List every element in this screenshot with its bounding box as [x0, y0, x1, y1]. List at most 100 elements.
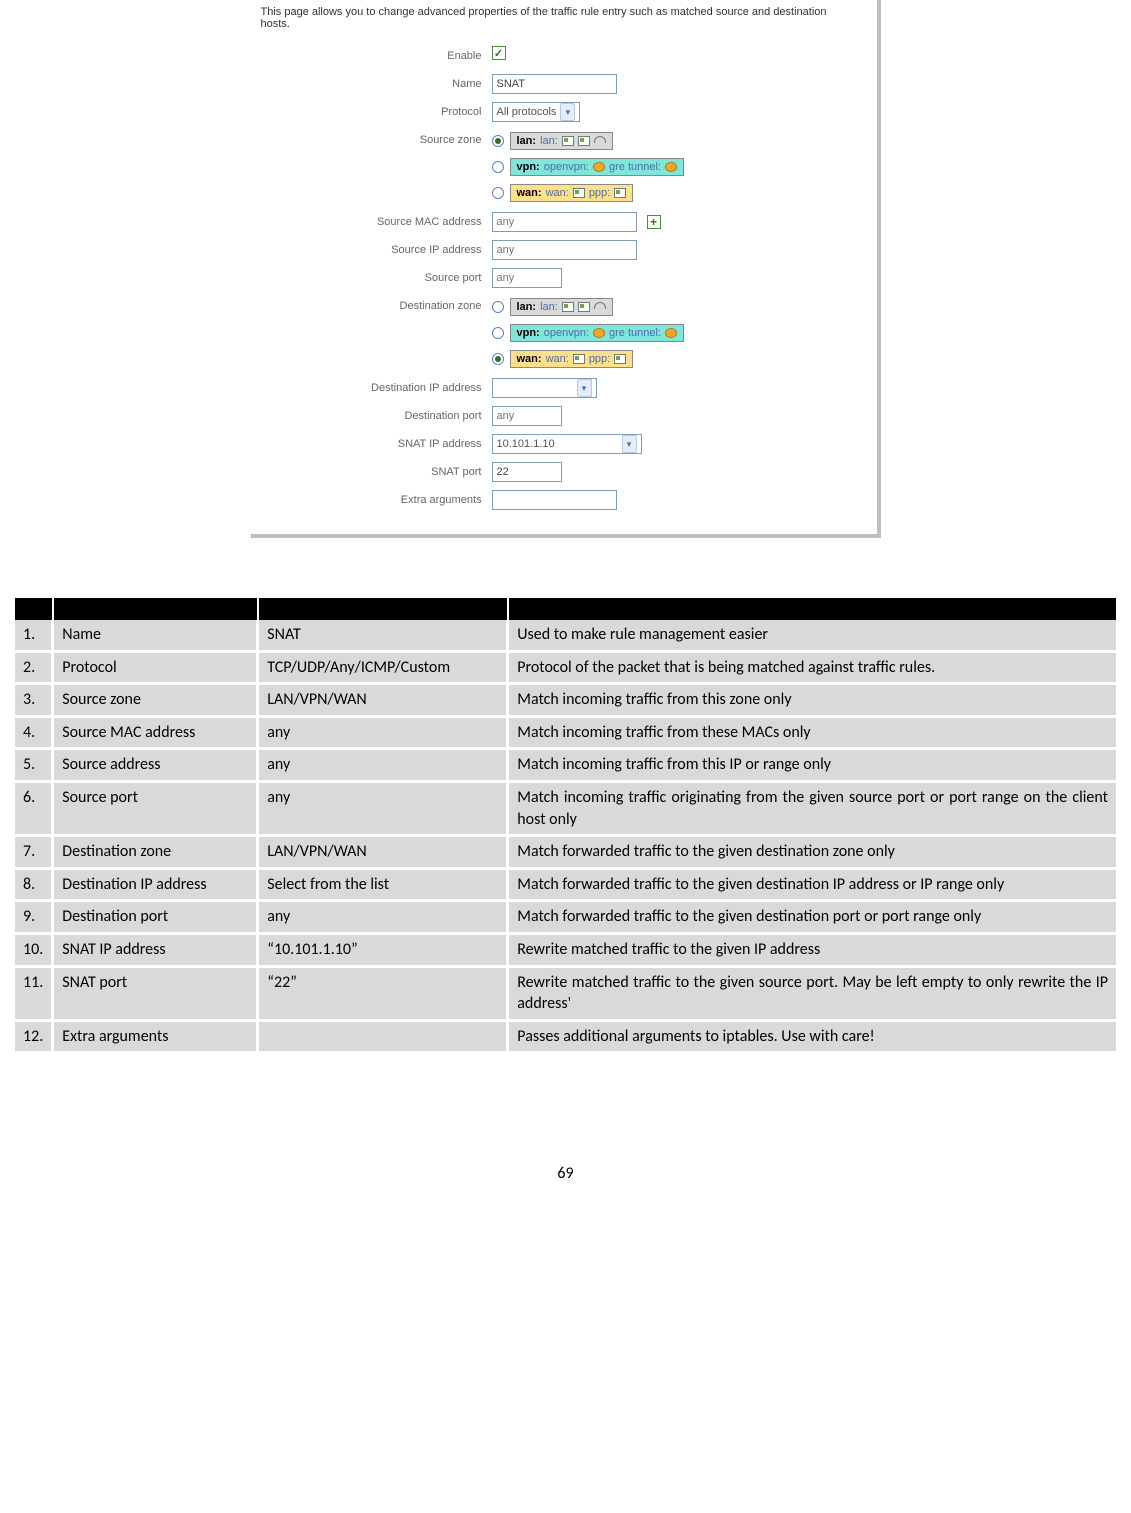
cell-explanation: Rewrite matched traffic to the given IP …	[508, 933, 1116, 966]
zone-chip-wan: wan: wan: ppp:	[510, 350, 634, 368]
cell-field: Destination zone	[53, 836, 258, 869]
chevron-down-icon: ▾	[560, 103, 575, 121]
th-field	[53, 598, 258, 620]
dest-zone-radio-vpn[interactable]	[492, 327, 504, 339]
table-row: 10.SNAT IP address“10.101.1.10”Rewrite m…	[15, 933, 1116, 966]
enable-checkbox[interactable]: ✓	[492, 46, 506, 60]
snat-ip-select[interactable]: 10.101.1.10 ▾	[492, 434, 642, 454]
form-description: This page allows you to change advanced …	[257, 6, 857, 42]
cell-number: 9.	[15, 901, 53, 934]
wifi-icon	[594, 302, 606, 312]
page-number: 69	[15, 1164, 1116, 1183]
cell-field: Extra arguments	[53, 1020, 258, 1053]
label-snat-port: SNAT port	[257, 462, 492, 482]
cell-explanation: Match forwarded traffic to the given des…	[508, 901, 1116, 934]
cell-value: any	[258, 749, 508, 782]
label-source-mac: Source MAC address	[257, 212, 492, 232]
cell-field: Destination IP address	[53, 868, 258, 901]
label-source-ip: Source IP address	[257, 240, 492, 260]
table-header-row	[15, 598, 1116, 620]
source-mac-input[interactable]	[492, 212, 637, 232]
label-snat-ip: SNAT IP address	[257, 434, 492, 454]
table-row: 11.SNAT port“22”Rewrite matched traffic …	[15, 966, 1116, 1020]
cell-explanation: Protocol of the packet that is being mat…	[508, 651, 1116, 684]
label-protocol: Protocol	[257, 102, 492, 122]
dest-port-input[interactable]	[492, 406, 562, 426]
wifi-icon	[594, 136, 606, 146]
dot-icon	[665, 162, 677, 172]
cell-value: LAN/VPN/WAN	[258, 836, 508, 869]
snat-ip-value: 10.101.1.10	[497, 438, 555, 450]
dot-icon	[593, 162, 605, 172]
dest-zone-group: lan: lan: vpn: openvpn: gre tunnel:	[492, 296, 857, 370]
traffic-rule-form: This page allows you to change advanced …	[251, 0, 881, 538]
label-dest-ip: Destination IP address	[257, 378, 492, 398]
dest-zone-radio-lan[interactable]	[492, 301, 504, 313]
table-row: 9.Destination portanyMatch forwarded tra…	[15, 901, 1116, 934]
source-zone-radio-lan[interactable]	[492, 135, 504, 147]
table-row: 8.Destination IP addressSelect from the …	[15, 868, 1116, 901]
dot-icon	[665, 328, 677, 338]
source-zone-radio-wan[interactable]	[492, 187, 504, 199]
label-dest-port: Destination port	[257, 406, 492, 426]
cell-value: SNAT	[258, 620, 508, 651]
table-row: 7.Destination zoneLAN/VPN/WANMatch forwa…	[15, 836, 1116, 869]
label-name: Name	[257, 74, 492, 94]
table-row: 2.ProtocolTCP/UDP/Any/ICMP/CustomProtoco…	[15, 651, 1116, 684]
add-icon[interactable]: +	[647, 215, 661, 229]
cell-field: Destination port	[53, 901, 258, 934]
cell-value: TCP/UDP/Any/ICMP/Custom	[258, 651, 508, 684]
cell-field: Source port	[53, 781, 258, 835]
label-extra-args: Extra arguments	[257, 490, 492, 510]
source-zone-radio-vpn[interactable]	[492, 161, 504, 173]
table-row: 1.NameSNATUsed to make rule management e…	[15, 620, 1116, 651]
dot-icon	[593, 328, 605, 338]
cell-explanation: Match forwarded traffic to the given des…	[508, 836, 1116, 869]
protocol-select[interactable]: All protocols ▾	[492, 102, 581, 122]
cell-number: 8.	[15, 868, 53, 901]
host-icon	[614, 354, 626, 364]
zone-chip-vpn: vpn: openvpn: gre tunnel:	[510, 324, 684, 342]
cell-number: 4.	[15, 716, 53, 749]
dest-ip-select[interactable]: ▾	[492, 378, 597, 398]
zone-chip-vpn: vpn: openvpn: gre tunnel:	[510, 158, 684, 176]
zone-chip-lan: lan: lan:	[510, 298, 613, 316]
cell-number: 7.	[15, 836, 53, 869]
cell-explanation: Used to make rule management easier	[508, 620, 1116, 651]
cell-number: 6.	[15, 781, 53, 835]
cell-value: any	[258, 716, 508, 749]
host-icon	[614, 188, 626, 198]
name-input[interactable]	[492, 74, 617, 94]
extra-args-input[interactable]	[492, 490, 617, 510]
zone-chip-wan: wan: wan: ppp:	[510, 184, 634, 202]
cell-field: SNAT IP address	[53, 933, 258, 966]
cell-field: SNAT port	[53, 966, 258, 1020]
host-icon	[578, 136, 590, 146]
source-ip-input[interactable]	[492, 240, 637, 260]
label-source-zone: Source zone	[257, 130, 492, 150]
cell-field: Name	[53, 620, 258, 651]
label-source-port: Source port	[257, 268, 492, 288]
cell-value: Select from the list	[258, 868, 508, 901]
protocol-select-value: All protocols	[497, 106, 557, 118]
cell-explanation: Match forwarded traffic to the given des…	[508, 868, 1116, 901]
dest-zone-radio-wan[interactable]	[492, 353, 504, 365]
snat-port-input[interactable]	[492, 462, 562, 482]
field-explanation-table: 1.NameSNATUsed to make rule management e…	[15, 598, 1116, 1054]
host-icon	[573, 188, 585, 198]
zone-chip-lan: lan: lan:	[510, 132, 613, 150]
table-row: 4.Source MAC addressanyMatch incoming tr…	[15, 716, 1116, 749]
table-row: 6.Source portanyMatch incoming traffic o…	[15, 781, 1116, 835]
cell-explanation: Match incoming traffic from this IP or r…	[508, 749, 1116, 782]
source-port-input[interactable]	[492, 268, 562, 288]
cell-number: 3.	[15, 684, 53, 717]
cell-value	[258, 1020, 508, 1053]
label-enable: Enable	[257, 46, 492, 66]
th-value	[258, 598, 508, 620]
cell-number: 12.	[15, 1020, 53, 1053]
host-icon	[578, 302, 590, 312]
th-explanation	[508, 598, 1116, 620]
cell-number: 10.	[15, 933, 53, 966]
label-dest-zone: Destination zone	[257, 296, 492, 316]
cell-number: 2.	[15, 651, 53, 684]
